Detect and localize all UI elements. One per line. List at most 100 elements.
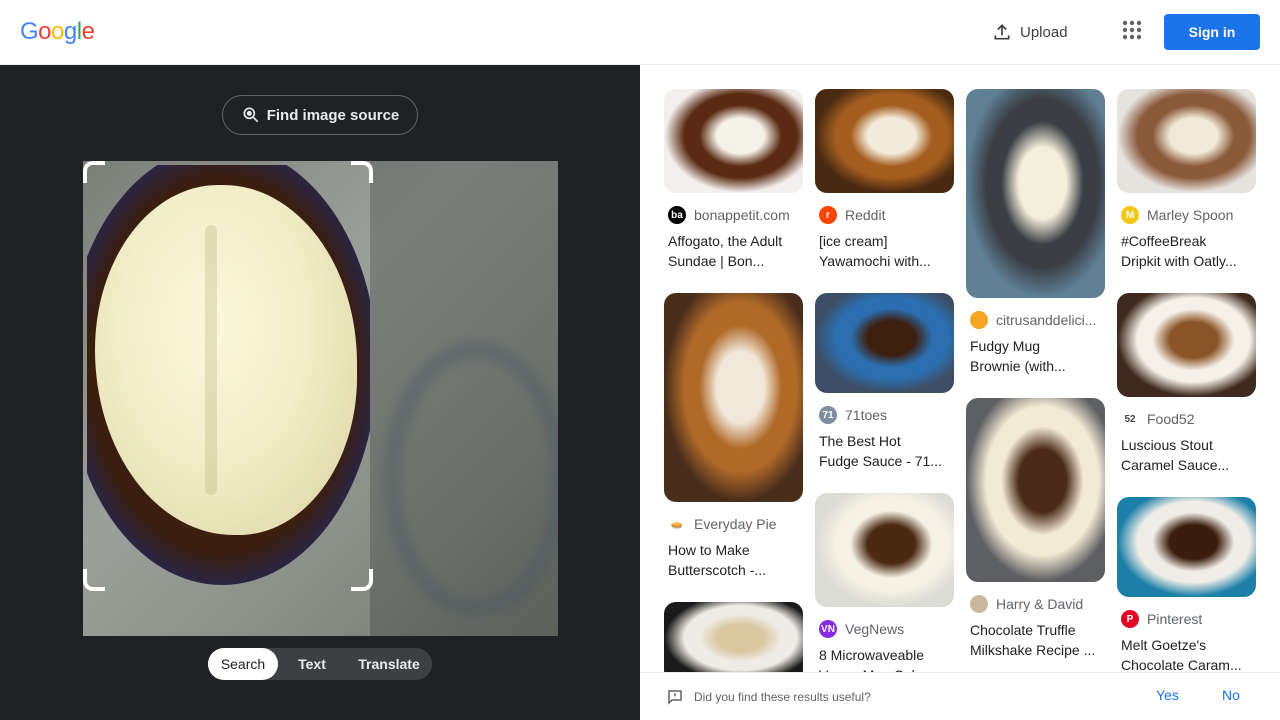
sign-in-button[interactable]: Sign in [1164, 14, 1260, 50]
find-image-source-button[interactable]: Find image source [222, 95, 418, 135]
lens-search-icon [243, 107, 258, 123]
result-source[interactable]: M Marley Spoon [1117, 205, 1256, 225]
result-title[interactable]: The Best Hot Fudge Sauce - 71... [815, 431, 954, 471]
top-header: Google Upload Sign in [0, 0, 1280, 65]
result-title-line: Vegan Mug Cakes... [819, 665, 954, 672]
apps-grid-icon[interactable] [1120, 18, 1144, 42]
result-source[interactable]: P Pinterest [1117, 609, 1256, 629]
feedback-no-button[interactable]: No [1222, 687, 1240, 703]
logo-letter: G [20, 18, 39, 45]
find-image-source-label: Find image source [266, 106, 400, 124]
result-thumbnail[interactable] [1117, 89, 1256, 193]
result-thumbnail[interactable] [664, 89, 803, 193]
source-favicon-icon: P [1121, 610, 1139, 628]
results-column: M Marley Spoon #CoffeeBreak Dripkit with Oa… [1117, 89, 1256, 672]
result-thumbnail[interactable] [966, 398, 1105, 582]
upload-icon [994, 24, 1010, 40]
crop-handle-bottom-right[interactable] [351, 569, 373, 591]
feedback-question: Did you find these results useful? [694, 689, 871, 704]
source-name: citrusanddelici... [996, 312, 1097, 328]
result-title[interactable]: 8 Microwaveable Vegan Mug Cakes... [815, 645, 954, 672]
card-gap [966, 376, 1105, 398]
crop-handle-top-left[interactable] [83, 161, 105, 183]
crop-selection[interactable] [87, 165, 370, 588]
result-source[interactable]: Harry & David [966, 594, 1105, 614]
card-gap [1117, 271, 1256, 293]
result-source[interactable]: citrusanddelici... [966, 310, 1105, 330]
card-gap [664, 271, 803, 293]
result-card[interactable]: r Reddit [ice cream] Yawamochi with... [815, 89, 954, 271]
result-source[interactable]: VN VegNews [815, 619, 954, 639]
result-card[interactable]: M Marley Spoon #CoffeeBreak Dripkit with Oa… [1117, 89, 1256, 271]
result-source[interactable]: 52 Food52 [1117, 409, 1256, 429]
result-card[interactable]: 🥧 Everyday Pie How to Make Butterscotch -..… [664, 293, 803, 580]
result-card[interactable]: citrusanddelici... Fudgy Mug Brownie (with… [966, 89, 1105, 376]
result-source[interactable]: r Reddit [815, 205, 954, 225]
unselected-region-overlay [370, 161, 558, 636]
result-card[interactable] [664, 602, 803, 672]
mode-search-tab[interactable]: Search [208, 648, 278, 680]
result-title-line: How to Make [668, 542, 750, 558]
source-name: Pinterest [1147, 611, 1203, 627]
result-thumbnail[interactable] [966, 89, 1105, 298]
result-card[interactable]: ba bonappetit.com Affogato, the Adult Sunda… [664, 89, 803, 271]
result-title-line: Chocolate Truffle [970, 622, 1076, 638]
crop-handle-bottom-left[interactable] [83, 569, 105, 591]
result-thumbnail[interactable] [815, 493, 954, 607]
result-title-line: Yawamochi with... [819, 253, 931, 269]
result-title-line: Fudge Sauce - 71... [819, 453, 942, 469]
upload-button[interactable]: Upload [992, 20, 1068, 44]
google-logo[interactable]: Google [20, 18, 95, 46]
feedback-yes-button[interactable]: Yes [1156, 687, 1179, 703]
query-image [83, 161, 558, 636]
card-gap [966, 660, 1105, 672]
result-thumbnail[interactable] [664, 602, 803, 672]
result-title[interactable]: Affogato, the Adult Sundae | Bon... [664, 231, 803, 271]
logo-letter: o [38, 18, 52, 45]
logo-letter: o [51, 18, 64, 45]
mode-translate-tab[interactable]: Translate [346, 648, 432, 680]
source-favicon-icon: 52 [1121, 410, 1139, 428]
result-title-line: [ice cream] [819, 233, 888, 249]
result-title-line: #CoffeeBreak [1121, 233, 1207, 249]
result-title[interactable]: Chocolate Truffle Milkshake Recipe ... [966, 620, 1105, 660]
crop-handle-top-right[interactable] [351, 161, 373, 183]
result-thumbnail[interactable] [815, 293, 954, 393]
result-thumbnail[interactable] [815, 89, 954, 193]
source-favicon-icon: 🥧 [668, 515, 686, 533]
upload-label: Upload [1020, 23, 1068, 41]
result-title[interactable]: [ice cream] Yawamochi with... [815, 231, 954, 271]
source-name: Marley Spoon [1147, 207, 1234, 223]
result-source[interactable]: 🥧 Everyday Pie [664, 514, 803, 534]
result-title[interactable]: How to Make Butterscotch -... [664, 540, 803, 580]
result-title-line: 8 Microwaveable [819, 647, 925, 663]
card-gap [815, 271, 954, 293]
result-card[interactable]: 71 71toes The Best Hot Fudge Sauce - 71... [815, 293, 954, 471]
result-thumbnail[interactable] [1117, 497, 1256, 597]
mode-text-tab[interactable]: Text [278, 648, 346, 680]
source-name: Reddit [845, 207, 886, 223]
result-title-line: The Best Hot [819, 433, 901, 449]
result-title[interactable]: Fudgy Mug Brownie (with... [966, 336, 1105, 376]
result-card[interactable]: VN VegNews 8 Microwaveable Vegan Mug Cakes.… [815, 493, 954, 672]
results-column: citrusanddelici... Fudgy Mug Brownie (with… [966, 89, 1105, 672]
result-thumbnail[interactable] [664, 293, 803, 502]
result-source[interactable]: 71 71toes [815, 405, 954, 425]
source-favicon-icon [970, 595, 988, 613]
result-title[interactable]: Luscious Stout Caramel Sauce... [1117, 435, 1256, 475]
result-title[interactable]: Melt Goetze's Chocolate Caram... [1117, 635, 1256, 672]
source-favicon-icon: ba [668, 206, 686, 224]
result-source[interactable]: ba bonappetit.com [664, 205, 803, 225]
result-card[interactable]: Harry & David Chocolate Truffle Milkshake … [966, 398, 1105, 660]
source-name: 71toes [845, 407, 888, 423]
result-title[interactable]: #CoffeeBreak Dripkit with Oatly... [1117, 231, 1256, 271]
card-gap [664, 580, 803, 602]
result-card[interactable]: P Pinterest Melt Goetze's Chocolate Caram..… [1117, 497, 1256, 672]
result-title-line: Fudgy Mug [970, 338, 1041, 354]
logo-letter: g [63, 18, 77, 45]
result-thumbnail[interactable] [1117, 293, 1256, 397]
result-card[interactable]: 52 Food52 Luscious Stout Caramel Sauce... [1117, 293, 1256, 475]
result-title-line: Dripkit with Oatly... [1121, 253, 1237, 269]
result-title-line: Caramel Sauce... [1121, 457, 1230, 473]
source-name: VegNews [845, 621, 905, 637]
